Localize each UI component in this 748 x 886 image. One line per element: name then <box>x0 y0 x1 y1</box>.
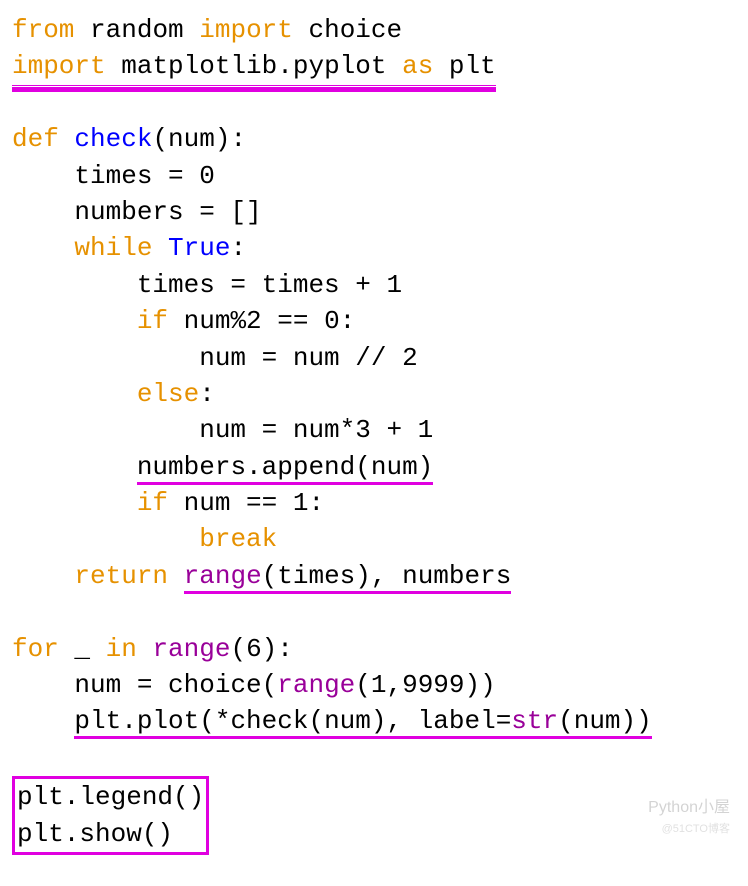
tail: (num)) <box>558 706 652 736</box>
kw-as: as <box>402 51 433 81</box>
name-choice: choice <box>309 15 403 45</box>
lit-true: True <box>168 233 230 263</box>
line-7: while True: <box>12 233 246 263</box>
line-2: import matplotlib.pyplot as plt <box>12 51 496 88</box>
indent <box>12 306 137 336</box>
underline-range-times: range(times), numbers <box>184 561 512 594</box>
tail: (1,9999)) <box>355 670 495 700</box>
line-23: plt.show() <box>17 819 173 849</box>
sp <box>168 561 184 591</box>
tail: (times), numbers <box>262 561 512 591</box>
underline-append: numbers.append(num) <box>137 452 433 485</box>
cond: num == 1: <box>168 488 324 518</box>
kw-from: from <box>12 15 74 45</box>
line-18: for _ in range(6): <box>12 634 293 664</box>
def-tail: (num): <box>152 124 246 154</box>
mid: _ <box>59 634 106 664</box>
indent <box>12 452 137 482</box>
box-legend-show: plt.legend() plt.show() <box>12 776 209 855</box>
line-5: times = 0 <box>12 161 215 191</box>
mod-mpl: matplotlib.pyplot <box>121 51 386 81</box>
line-10: num = num // 2 <box>12 343 418 373</box>
indent <box>12 670 74 700</box>
lead: num = choice( <box>74 670 277 700</box>
builtin-range: range <box>277 670 355 700</box>
kw-break: break <box>199 524 277 554</box>
underline-import-mpl: import matplotlib.pyplot as plt <box>12 51 496 88</box>
kw-return: return <box>74 561 168 591</box>
kw-if: if <box>137 488 168 518</box>
builtin-range: range <box>184 561 262 591</box>
line-8: times = times + 1 <box>12 270 402 300</box>
line-1: from random import choice <box>12 15 402 45</box>
builtin-str: str <box>511 706 558 736</box>
kw-import: import <box>12 51 106 81</box>
cond: num%2 == 0: <box>168 306 355 336</box>
indent <box>12 233 74 263</box>
kw-if: if <box>137 306 168 336</box>
fn-check: check <box>74 124 152 154</box>
code-block: from random import choice import matplot… <box>12 12 736 855</box>
line-22: plt.legend() <box>17 782 204 812</box>
kw-in: in <box>106 634 137 664</box>
mod-random: random <box>90 15 184 45</box>
kw-def: def <box>12 124 59 154</box>
sp <box>152 233 168 263</box>
indent <box>12 706 74 736</box>
alias-plt: plt <box>449 51 496 81</box>
colon: : <box>230 233 246 263</box>
line-6: numbers = [] <box>12 197 262 227</box>
lead: plt.plot(*check(num), label= <box>74 706 511 736</box>
line-12: num = num*3 + 1 <box>12 415 433 445</box>
line-11: else: <box>12 379 215 409</box>
underline-plot: plt.plot(*check(num), label=str(num)) <box>74 706 651 739</box>
kw-for: for <box>12 634 59 664</box>
colon: : <box>199 379 215 409</box>
indent <box>12 561 74 591</box>
line-4: def check(num): <box>12 124 246 154</box>
line-15: break <box>12 524 277 554</box>
indent <box>12 524 199 554</box>
line-19: num = choice(range(1,9999)) <box>12 670 496 700</box>
indent <box>12 488 137 518</box>
indent <box>12 379 137 409</box>
line-14: if num == 1: <box>12 488 324 518</box>
line-16: return range(times), numbers <box>12 561 511 594</box>
builtin-range: range <box>152 634 230 664</box>
line-13: numbers.append(num) <box>12 452 433 485</box>
kw-else: else <box>137 379 199 409</box>
kw-while: while <box>74 233 152 263</box>
line-9: if num%2 == 0: <box>12 306 355 336</box>
sp <box>137 634 153 664</box>
kw-import: import <box>199 15 293 45</box>
line-20: plt.plot(*check(num), label=str(num)) <box>12 706 652 739</box>
tail: (6): <box>230 634 292 664</box>
